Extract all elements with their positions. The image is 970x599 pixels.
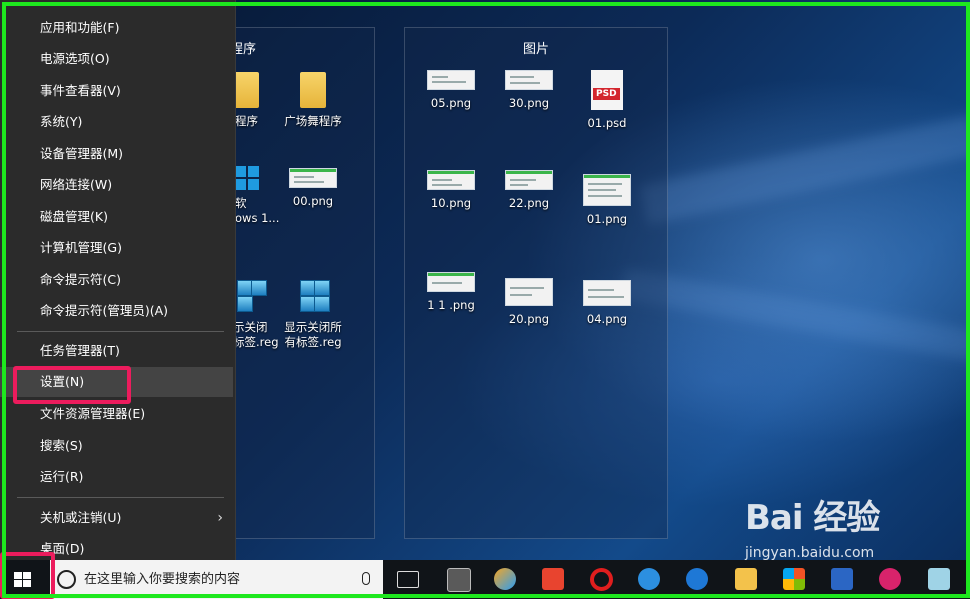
- icon-label: 01.psd: [587, 116, 627, 130]
- image-thumbnail-icon: [505, 70, 553, 90]
- watermark-url: jingyan.baidu.com: [745, 545, 875, 561]
- cortana-circle-icon: [57, 570, 76, 589]
- edge-icon[interactable]: [686, 568, 708, 590]
- icon-label: 10.png: [430, 196, 472, 210]
- menu-item-command-prompt-admin[interactable]: 命令提示符(管理员)(A): [0, 296, 233, 326]
- baidu-watermark: Bai 经验 jingyan.baidu.com: [745, 490, 880, 561]
- image-thumbnail-icon: [583, 174, 631, 206]
- group-title: 程序: [230, 42, 257, 57]
- menu-item-network-connections[interactable]: 网络连接(W): [0, 170, 233, 200]
- registry-file-icon: [296, 276, 330, 314]
- image-thumbnail-icon: [427, 170, 475, 190]
- task-view-icon[interactable]: [397, 571, 419, 588]
- menu-item-run[interactable]: 运行(R): [0, 462, 233, 492]
- app-icon[interactable]: [879, 568, 901, 590]
- desktop-icon-png[interactable]: 05.png: [411, 70, 491, 111]
- desktop-icon-reg[interactable]: 显示关闭所 有标签.reg: [273, 276, 353, 350]
- icon-label: 20.png: [508, 312, 550, 326]
- menu-item-computer-management[interactable]: 计算机管理(G): [0, 233, 233, 263]
- image-thumbnail-icon: [427, 272, 475, 292]
- registry-file-icon: [233, 276, 267, 314]
- chevron-right-icon: ›: [217, 510, 223, 526]
- menu-item-command-prompt[interactable]: 命令提示符(C): [0, 265, 233, 295]
- desktop-icon-png[interactable]: 1 1 .png: [411, 272, 491, 313]
- start-highlight-box: [0, 552, 55, 599]
- group-title: 图片: [522, 42, 549, 57]
- desktop-icon-psd[interactable]: PSD 01.psd: [567, 70, 647, 131]
- menu-item-disk-management[interactable]: 磁盘管理(K): [0, 202, 233, 232]
- ban-icon[interactable]: [590, 568, 613, 591]
- ie-arch-icon[interactable]: [494, 568, 516, 590]
- menu-item-system[interactable]: 系统(Y): [0, 107, 233, 137]
- menu-item-task-manager[interactable]: 任务管理器(T): [0, 336, 233, 366]
- search-placeholder: 在这里输入你要搜索的内容: [84, 572, 241, 587]
- file-explorer-icon[interactable]: [735, 568, 757, 590]
- icon-label-line1: 示关闭: [233, 320, 268, 334]
- settings-highlight-box: [13, 366, 131, 404]
- store-icon[interactable]: [783, 568, 805, 590]
- desktop-icon-png[interactable]: 20.png: [489, 272, 569, 327]
- taskbar-search-box[interactable]: 在这里输入你要搜索的内容: [50, 560, 383, 599]
- icon-label: 广场舞程序: [284, 114, 342, 128]
- icon-label: 05.png: [430, 96, 472, 110]
- taskbar: 在这里输入你要搜索的内容: [0, 560, 970, 599]
- notes-icon[interactable]: [928, 568, 950, 590]
- icon-label-line1: 显示关闭所: [284, 320, 342, 334]
- image-thumbnail-icon: [583, 280, 631, 306]
- image-thumbnail-icon: [505, 170, 553, 190]
- icon-label-line2: 标签.reg: [233, 335, 279, 349]
- menu-item-power-options[interactable]: 电源选项(O): [0, 44, 233, 74]
- icon-label: 00.png: [292, 194, 334, 208]
- menu-separator: [17, 331, 224, 332]
- icon-label: 1 1 .png: [427, 298, 475, 312]
- menu-separator: [17, 497, 224, 498]
- image-thumbnail-icon: [505, 278, 553, 306]
- icon-label-line1: 软: [235, 196, 247, 210]
- menu-item-search[interactable]: 搜索(S): [0, 431, 233, 461]
- icon-label: 显示关闭所 有标签.reg: [273, 320, 353, 350]
- calculator-icon[interactable]: [447, 568, 471, 592]
- wallpaper-light-beam: [620, 268, 970, 362]
- icon-label: 01.png: [586, 212, 628, 226]
- power-icon[interactable]: [542, 568, 564, 590]
- folder-icon: [233, 72, 259, 108]
- desktop-icon-folder[interactable]: 广场舞程序: [273, 72, 353, 129]
- browser-icon[interactable]: [638, 568, 660, 590]
- menu-item-label: 关机或注销(U): [40, 510, 122, 525]
- menu-item-event-viewer[interactable]: 事件查看器(V): [0, 76, 233, 106]
- winx-context-menu: 应用和功能(F) 电源选项(O) 事件查看器(V) 系统(Y) 设备管理器(M)…: [0, 0, 236, 560]
- icon-label: 04.png: [586, 312, 628, 326]
- menu-item-shutdown-signout[interactable]: 关机或注销(U) ›: [0, 503, 233, 533]
- image-thumbnail-icon: [289, 168, 337, 188]
- psd-badge: PSD: [593, 88, 620, 100]
- icon-label-line2: ows 1...: [235, 211, 280, 225]
- watermark-logo-text: Bai 经验: [745, 498, 880, 538]
- menu-item-apps-features[interactable]: 应用和功能(F): [0, 13, 233, 43]
- desktop-icon-png[interactable]: 22.png: [489, 170, 569, 211]
- desktop-icon-png[interactable]: 10.png: [411, 170, 491, 211]
- wallpaper-light-beam: [639, 115, 970, 225]
- desktop-icon-png[interactable]: 04.png: [567, 272, 647, 327]
- microphone-icon[interactable]: [362, 572, 370, 585]
- icon-label: 22.png: [508, 196, 550, 210]
- desktop-icon-png[interactable]: 30.png: [489, 70, 569, 111]
- psd-file-icon: PSD: [591, 70, 623, 110]
- desktop-icon-png[interactable]: 00.png: [273, 168, 353, 209]
- folder-icon: [300, 72, 326, 108]
- menu-item-device-manager[interactable]: 设备管理器(M): [0, 139, 233, 169]
- windows-logo-icon: [235, 166, 259, 190]
- icon-label: 30.png: [508, 96, 550, 110]
- icon-label-line2: 有标签.reg: [284, 335, 342, 349]
- word-icon[interactable]: [831, 568, 853, 590]
- image-thumbnail-icon: [427, 70, 475, 90]
- desktop-icon-png[interactable]: 01.png: [567, 170, 647, 227]
